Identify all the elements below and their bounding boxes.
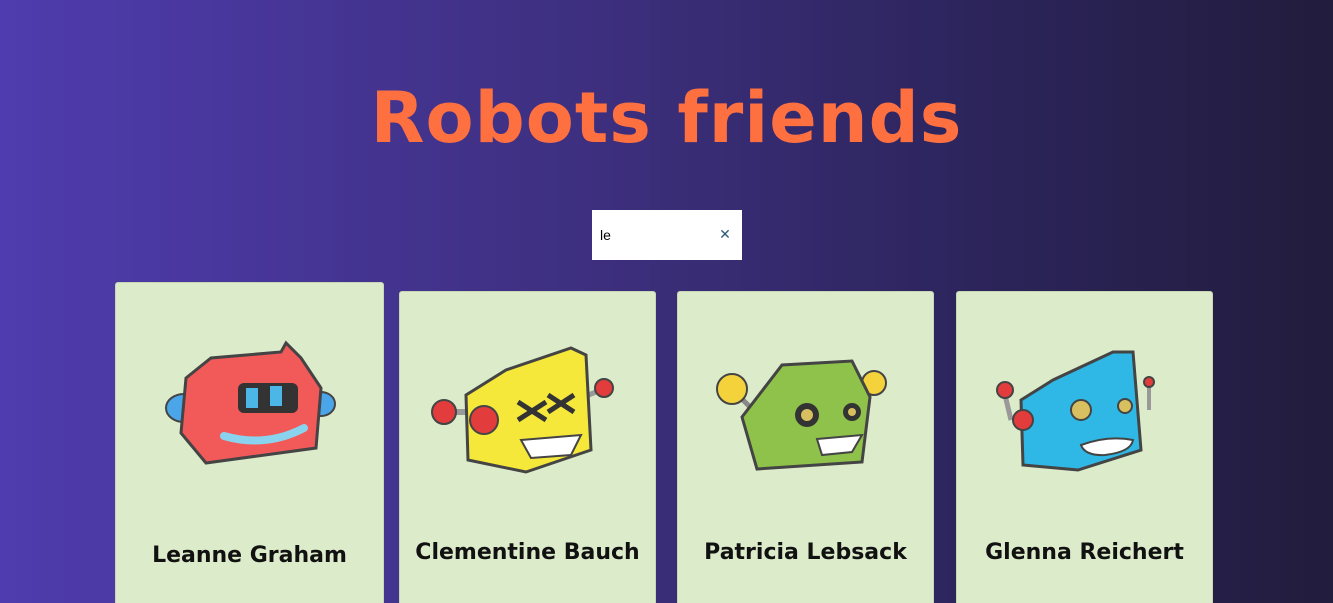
robot-avatar [431, 346, 614, 474]
robot-name: Leanne Graham [152, 543, 347, 568]
robot-card[interactable]: Leanne Graham [115, 282, 384, 603]
robot-card[interactable]: Clementine Bauch [399, 291, 656, 603]
robot-card[interactable]: Glenna Reichert [956, 291, 1213, 603]
robot-name: Patricia Lebsack [704, 540, 907, 565]
close-icon[interactable]: ✕ [717, 226, 733, 244]
robot-avatar [165, 340, 336, 465]
page-title: Robots friends [370, 77, 963, 159]
search-box[interactable]: ✕ [592, 210, 742, 260]
search-input[interactable] [600, 225, 710, 245]
robot-avatar [716, 359, 887, 471]
robot-name: Glenna Reichert [985, 540, 1184, 565]
robot-name: Clementine Bauch [415, 540, 640, 565]
robot-avatar [996, 350, 1155, 472]
robot-card[interactable]: Patricia Lebsack [677, 291, 934, 603]
